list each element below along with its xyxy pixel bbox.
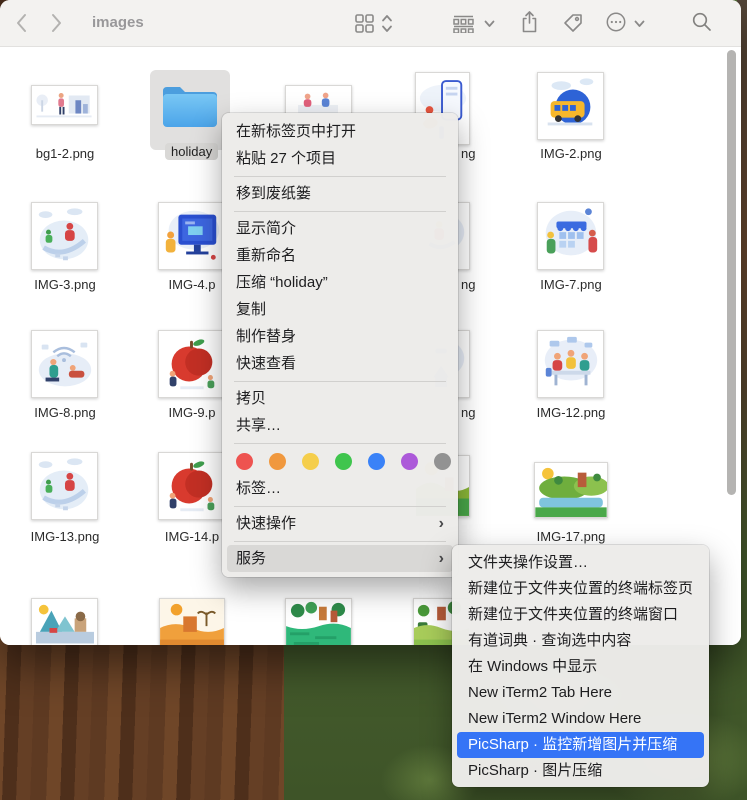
file-img-2[interactable]	[537, 72, 604, 140]
submenu-chevron-icon: ›	[438, 550, 444, 567]
group-items-icon[interactable]	[452, 15, 475, 33]
submenu-item-folder-actions-setup[interactable]: 文件夹操作设置…	[452, 550, 709, 576]
file-img-13[interactable]	[31, 452, 98, 520]
forward-button[interactable]	[50, 13, 62, 33]
file-label[interactable]: IMG-7.png	[516, 277, 626, 292]
more-chevron-down-icon[interactable]	[634, 20, 645, 28]
menu-separator	[234, 175, 446, 177]
window-title: images	[92, 14, 144, 31]
file-label-fragment[interactable]: ng	[461, 146, 475, 161]
tag-color-yellow[interactable]	[302, 452, 319, 470]
menu-separator	[234, 540, 446, 542]
menu-item-duplicate[interactable]: 复制	[222, 296, 458, 323]
menu-item-services[interactable]: 服务 ›	[227, 545, 453, 572]
services-submenu: 文件夹操作设置… 新建位于文件夹位置的终端标签页 新建位于文件夹位置的终端窗口 …	[452, 545, 709, 787]
submenu-item-new-iterm2-window[interactable]: New iTerm2 Window Here	[452, 706, 709, 732]
file-label[interactable]: IMG-3.png	[10, 277, 120, 292]
menu-item-compress[interactable]: 压缩 “holiday”	[222, 269, 458, 296]
submenu-item-new-terminal-tab[interactable]: 新建位于文件夹位置的终端标签页	[452, 576, 709, 602]
file-img-17[interactable]	[534, 462, 608, 518]
menu-item-make-alias[interactable]: 制作替身	[222, 323, 458, 350]
menu-item-rename[interactable]: 重新命名	[222, 242, 458, 269]
view-updown-chevrons-icon[interactable]	[381, 14, 393, 33]
file-label[interactable]: IMG-2.png	[516, 146, 626, 161]
submenu-item-youdao-lookup[interactable]: 有道词典 · 查询选中内容	[452, 628, 709, 654]
back-button[interactable]	[16, 13, 28, 33]
submenu-item-picsharp-compress[interactable]: PicSharp · 图片压缩	[452, 758, 709, 784]
menu-separator	[234, 442, 446, 444]
folder-name-pill[interactable]: holiday	[165, 143, 219, 160]
tag-color-orange[interactable]	[269, 452, 286, 470]
file-label-fragment[interactable]: ng	[461, 277, 475, 292]
tag-color-green[interactable]	[335, 452, 352, 470]
tag-color-blue[interactable]	[368, 452, 385, 470]
submenu-item-picsharp-watch-compress[interactable]: PicSharp · 监控新增图片并压缩	[457, 732, 704, 758]
tag-color-purple[interactable]	[401, 452, 418, 470]
menu-separator	[234, 210, 446, 212]
submenu-item-new-terminal-window[interactable]: 新建位于文件夹位置的终端窗口	[452, 602, 709, 628]
file-img-8[interactable]	[31, 330, 98, 398]
menu-item-copy[interactable]: 拷贝	[222, 385, 458, 412]
menu-item-quick-actions[interactable]: 快速操作 ›	[222, 510, 458, 537]
file-img-3[interactable]	[31, 202, 98, 270]
file-thumbnail-partial[interactable]	[159, 598, 225, 645]
folder-icon[interactable]	[160, 81, 220, 136]
view-grid-icon[interactable]	[355, 14, 374, 33]
menu-separator	[234, 505, 446, 507]
file-bg1-2[interactable]	[31, 85, 98, 125]
file-label[interactable]: IMG-12.png	[516, 405, 626, 420]
tag-color-row	[222, 447, 458, 475]
menu-item-move-to-trash[interactable]: 移到废纸篓	[222, 180, 458, 207]
scrollbar-thumb[interactable]	[727, 50, 736, 495]
submenu-chevron-icon: ›	[438, 515, 444, 532]
menu-separator	[234, 380, 446, 382]
more-actions-icon[interactable]	[605, 11, 627, 33]
context-menu: 在新标签页中打开 粘贴 27 个项目 移到废纸篓 显示简介 重新命名 压缩 “h…	[222, 113, 458, 577]
menu-item-open-new-tab[interactable]: 在新标签页中打开	[222, 118, 458, 145]
group-chevron-down-icon[interactable]	[484, 20, 495, 28]
menu-item-tags[interactable]: 标签…	[222, 475, 458, 502]
menu-item-get-info[interactable]: 显示简介	[222, 215, 458, 242]
file-thumbnail-partial[interactable]	[285, 598, 352, 645]
submenu-item-show-in-windows[interactable]: 在 Windows 中显示	[452, 654, 709, 680]
file-img-14[interactable]	[158, 452, 225, 520]
menu-item-share[interactable]: 共享…	[222, 412, 458, 439]
file-img-9[interactable]	[158, 330, 225, 398]
file-label[interactable]: IMG-13.png	[10, 529, 120, 544]
file-label-fragment[interactable]: ng	[461, 405, 475, 420]
share-icon[interactable]	[520, 10, 539, 34]
menu-item-quick-look[interactable]: 快速查看	[222, 350, 458, 377]
search-icon[interactable]	[691, 11, 713, 33]
file-label[interactable]: IMG-17.png	[516, 529, 626, 544]
menu-item-paste-items[interactable]: 粘贴 27 个项目	[222, 145, 458, 172]
finder-toolbar: images	[0, 0, 741, 47]
file-img-7[interactable]	[537, 202, 604, 270]
tag-color-red[interactable]	[236, 452, 253, 470]
file-label[interactable]: IMG-8.png	[10, 405, 120, 420]
file-thumbnail-partial[interactable]	[31, 598, 98, 645]
file-img-12[interactable]	[537, 330, 604, 398]
file-img-4[interactable]	[158, 202, 225, 270]
file-label[interactable]: bg1-2.png	[10, 146, 120, 161]
submenu-item-new-iterm2-tab[interactable]: New iTerm2 Tab Here	[452, 680, 709, 706]
tag-color-gray[interactable]	[434, 452, 451, 470]
tag-icon[interactable]	[562, 12, 584, 34]
